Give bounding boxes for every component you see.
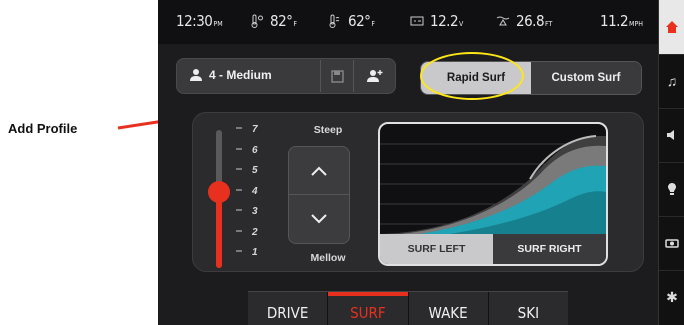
wave-height-tick: 3 — [236, 206, 258, 217]
music-icon[interactable]: ♫ — [659, 54, 684, 109]
wave-height-tick: 2 — [236, 227, 258, 238]
tick-label: 5 — [252, 165, 258, 176]
tick-label: 2 — [252, 226, 258, 238]
time-readout: 12:30PM — [176, 12, 223, 30]
wave-height-knob[interactable] — [208, 180, 230, 203]
tick-label: 1 — [252, 247, 258, 258]
tick-mark — [236, 168, 242, 170]
profile-selector[interactable]: 4 - Medium — [176, 58, 396, 94]
custom-surf-button[interactable]: Custom Surf — [531, 62, 641, 94]
profile-row: 4 - Medium — [176, 58, 396, 94]
add-user-icon — [366, 70, 382, 82]
surf-left-button[interactable]: SURF LEFT — [380, 234, 493, 264]
wave-height-fill — [216, 191, 222, 268]
camera-icon[interactable] — [659, 216, 684, 271]
status-bar: 12:30PM 82°F 62°F 12.2V 26.8FT 11.2MPH — [158, 0, 658, 44]
wave-height-tick: 6 — [236, 145, 258, 156]
profile-name: 4 - Medium — [209, 68, 272, 82]
wave-height-tick: 1 — [236, 247, 258, 258]
thermometer-sun-icon — [251, 14, 263, 28]
surf-right-button[interactable]: SURF RIGHT — [493, 234, 606, 264]
speed-readout: 11.2MPH — [600, 12, 644, 30]
tick-label: 3 — [252, 206, 258, 217]
wave-adjust-buttons — [288, 146, 350, 244]
speaker-icon[interactable] — [659, 108, 684, 163]
depth-readout: 26.8FT — [496, 12, 552, 30]
thermometer-water-icon — [329, 14, 340, 28]
mode-tabs: DRIVE SURF WAKE SKI — [248, 291, 568, 325]
surf-mode-toggle: Rapid Surf Custom Surf — [420, 61, 642, 95]
wave-height-tick: 4 — [236, 186, 258, 197]
steep-label: Steep — [313, 124, 343, 136]
wave-height-tick: 5 — [236, 165, 258, 176]
light-icon[interactable] — [659, 162, 684, 217]
tab-surf[interactable]: SURF — [328, 292, 409, 325]
tick-mark — [236, 209, 242, 211]
tick-label: 4 — [252, 185, 258, 197]
chevron-up-icon — [311, 166, 327, 176]
depth-icon — [496, 16, 510, 26]
chevron-down-icon — [311, 213, 327, 223]
boat-display: 12:30PM 82°F 62°F 12.2V 26.8FT 11.2MPH ♫… — [158, 0, 684, 325]
tick-mark — [236, 229, 242, 232]
home-icon[interactable] — [659, 0, 684, 55]
battery-icon — [410, 16, 424, 26]
tick-mark — [236, 127, 242, 129]
tick-label: 6 — [252, 144, 258, 156]
water-temp-readout: 62°F — [328, 12, 375, 30]
user-icon — [190, 69, 202, 81]
tick-mark — [236, 188, 242, 191]
battery-readout: 12.2V — [410, 12, 463, 30]
wave-illustration — [380, 135, 606, 234]
settings-icon[interactable]: ✱ — [659, 270, 684, 324]
wave-side-toggle: SURF LEFT SURF RIGHT — [380, 234, 606, 264]
save-icon — [330, 69, 344, 83]
decrease-button[interactable] — [289, 195, 349, 242]
tab-wake[interactable]: WAKE — [409, 292, 489, 325]
sidebar: ♫ ✱ — [658, 0, 684, 325]
tick-mark — [236, 147, 242, 150]
wave-height-tick: 7 — [236, 124, 258, 135]
tab-drive[interactable]: DRIVE — [248, 292, 329, 325]
increase-button[interactable] — [289, 147, 349, 195]
mellow-label: Mellow — [310, 252, 346, 264]
save-profile-button[interactable] — [320, 60, 353, 92]
rapid-surf-button[interactable]: Rapid Surf — [421, 62, 531, 94]
wave-preview: SURF LEFT SURF RIGHT — [378, 122, 608, 266]
tick-label: 7 — [252, 124, 258, 135]
add-profile-button[interactable] — [353, 60, 395, 92]
tab-ski[interactable]: SKI — [489, 292, 568, 325]
air-temp-readout: 82°F — [250, 12, 297, 30]
tick-mark — [236, 250, 242, 252]
